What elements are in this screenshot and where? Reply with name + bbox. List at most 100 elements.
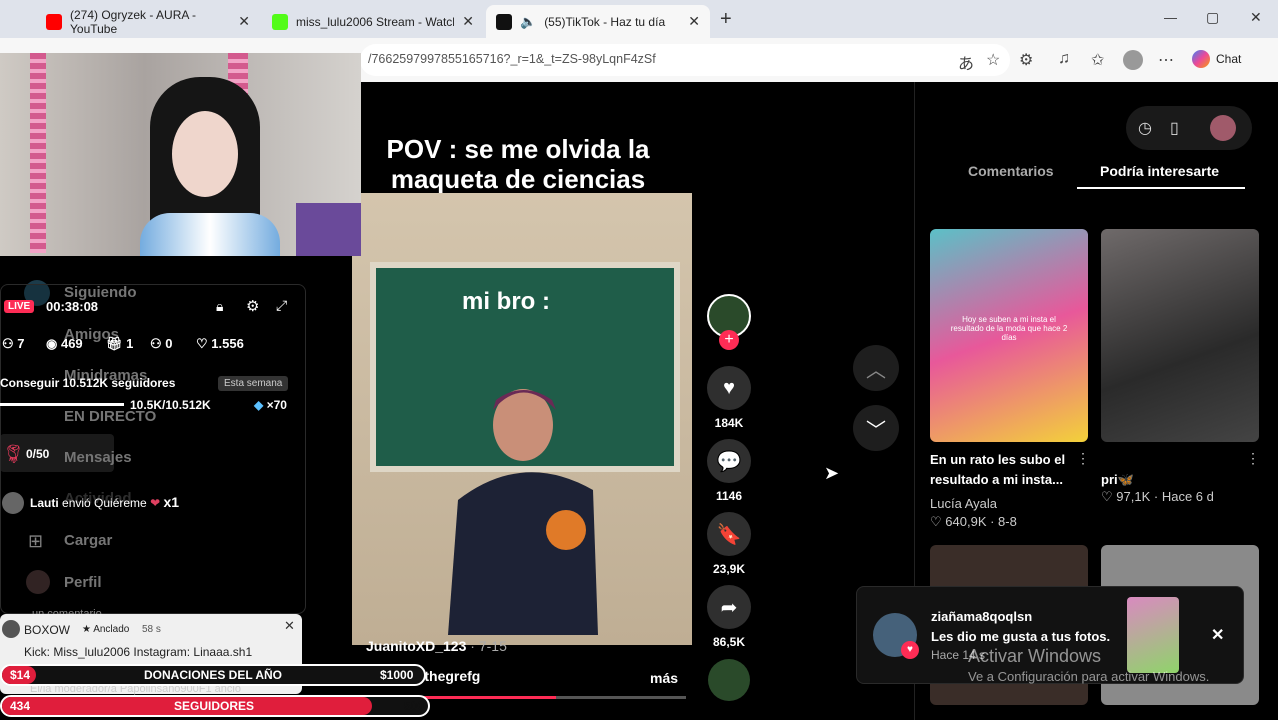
- music-disc-icon[interactable]: [708, 659, 750, 701]
- streamer-shirt: [140, 213, 280, 256]
- more-link[interactable]: más: [650, 670, 678, 686]
- settings-gear-icon[interactable]: ⚙: [246, 297, 259, 315]
- minimize-button[interactable]: —: [1164, 10, 1177, 25]
- youtube-icon: [46, 13, 62, 30]
- notification-text: Les dio me gusta a tus fotos.: [931, 629, 1111, 644]
- chat-age: 58 s: [142, 624, 161, 635]
- recommendation-thumbnail-1[interactable]: Hoy se suben a mi insta el resultado de …: [930, 229, 1088, 442]
- tab-label: miss_lulu2006 Stream - Watch Live: [296, 14, 454, 29]
- windows-activation-title: Activar Windows: [968, 646, 1102, 666]
- viewers-value: 469: [60, 336, 83, 351]
- notification-close-icon[interactable]: ✕: [1211, 625, 1224, 645]
- extensions-icon[interactable]: ⚙: [1019, 50, 1033, 70]
- video-date: 7-15: [478, 638, 507, 654]
- date-value: 8-8: [998, 514, 1017, 529]
- recommendation-author-1[interactable]: Lucía Ayala: [930, 496, 997, 511]
- favorites-icon[interactable]: ✩: [1091, 50, 1104, 70]
- likes-value: 1.556: [211, 336, 244, 351]
- stat-likes: ♡ 1.556: [196, 336, 244, 351]
- tab-close-icon[interactable]: ✕: [238, 13, 250, 30]
- browser-tab-bar: (274) Ogryzek - AURA - YouTube ✕ miss_lu…: [0, 0, 1278, 38]
- popout-icon[interactable]: ⤢: [276, 297, 287, 314]
- live-badge: LIVE: [4, 300, 35, 313]
- stat-viewers: ◉ 469: [46, 336, 83, 351]
- like-count: 184K: [714, 416, 744, 430]
- gift-message: Lauti envió Quiéreme ❤ x1: [30, 494, 179, 510]
- close-window-button[interactable]: ✕: [1250, 9, 1262, 26]
- tab-tiktok[interactable]: 🔈 (55)TikTok - Haz tu día ✕: [486, 5, 710, 38]
- more-options-icon[interactable]: ⋮: [1076, 450, 1090, 467]
- heart-badge-icon: ♥: [901, 641, 919, 659]
- goal-text: Conseguir 10.512K seguidores: [0, 376, 176, 390]
- video-author[interactable]: JuanitoXD_123 · 7-15: [366, 638, 507, 654]
- reward-value: ×70: [266, 398, 287, 412]
- tab-youtube[interactable]: (274) Ogryzek - AURA - YouTube ✕: [36, 5, 260, 38]
- active-tab-underline: [1077, 187, 1245, 189]
- comment-icon[interactable]: 💬: [707, 439, 751, 483]
- tab-podria-interesarte[interactable]: Podría interesarte: [1100, 163, 1219, 179]
- goal-progress-text: 10.5K/10.512K: [130, 398, 211, 412]
- recommendation-thumbnail-2[interactable]: [1101, 229, 1259, 442]
- like-heart-icon[interactable]: ♥: [707, 366, 751, 410]
- goal-progress-bar: [0, 403, 124, 406]
- author-name: JuanitoXD_123: [366, 638, 467, 654]
- windows-activation-subtitle: Ve a Configuración para activar Windows.: [968, 669, 1210, 684]
- bookmark-icon[interactable]: 🔖: [707, 512, 751, 556]
- followers-count: 434: [10, 699, 31, 713]
- follow-plus-icon[interactable]: +: [719, 330, 739, 350]
- share-icon[interactable]: ➦: [707, 585, 751, 629]
- goal-period-badge: Esta semana: [218, 376, 289, 391]
- tab-close-icon[interactable]: ✕: [462, 13, 474, 30]
- more-menu-icon[interactable]: ⋯: [1158, 50, 1174, 70]
- stat-follows: ⚇ 0: [150, 336, 173, 351]
- mouse-cursor: ➤: [824, 463, 840, 483]
- kick-icon: [272, 13, 288, 30]
- thumbnail-overlay-text: Hoy se suben a mi insta el resultado de …: [950, 315, 1068, 342]
- recommendation-title-2[interactable]: pri🦋: [1101, 470, 1134, 490]
- heart-gift-icon: ❤: [150, 496, 161, 510]
- lock-icon[interactable]: 🔒︎: [216, 298, 223, 315]
- chat-close-icon[interactable]: ✕: [284, 618, 295, 634]
- timer-icon[interactable]: ◷: [1138, 118, 1152, 138]
- profile-avatar-icon[interactable]: [1123, 50, 1143, 70]
- next-video-chevron-down-icon[interactable]: ﹀: [853, 405, 899, 451]
- recommendation-title-1[interactable]: En un rato les subo el resultado a mi in…: [930, 450, 1075, 490]
- previous-video-chevron-up-icon[interactable]: ︿: [853, 345, 899, 391]
- media-icon[interactable]: ♫: [1058, 50, 1070, 68]
- followers-bar: 434 SEGUIDORES 500: [0, 695, 430, 717]
- new-tab-button[interactable]: +: [720, 8, 732, 31]
- stat-gifts: 🎁︎ 1: [106, 336, 134, 351]
- gifter-avatar: [2, 492, 24, 514]
- tab-comentarios[interactable]: Comentarios: [968, 163, 1054, 179]
- copilot-icon: [1192, 50, 1210, 68]
- follows-value: 0: [165, 336, 173, 351]
- person-in-video: [448, 389, 598, 635]
- speaker-icon[interactable]: 🔈: [520, 14, 536, 30]
- tab-kick[interactable]: miss_lulu2006 Stream - Watch Live ✕: [262, 5, 484, 38]
- pinned-badge: ★ Anclado: [82, 624, 130, 635]
- favorite-star-icon[interactable]: ☆: [986, 50, 1000, 70]
- tiktok-icon: [496, 13, 512, 30]
- tinsel-decoration: [30, 53, 46, 253]
- maximize-button[interactable]: ▢: [1206, 9, 1219, 26]
- translate-icon[interactable]: あ: [958, 50, 974, 74]
- stat-users: ⚇ 7: [2, 336, 25, 351]
- gift-count: x1: [163, 494, 180, 510]
- date-value: Hace 6 d: [1161, 489, 1214, 504]
- donations-label: DONACIONES DEL AÑO: [144, 668, 283, 682]
- chat-label: Chat: [1216, 52, 1242, 66]
- user-avatar[interactable]: [1210, 115, 1236, 141]
- chat-message: Kick: Miss_lulu2006 Instagram: Linaaa.sh…: [24, 645, 253, 659]
- mobile-icon[interactable]: ▯: [1170, 118, 1179, 138]
- notification-thumbnail: [1127, 597, 1179, 673]
- pinned-badge-text: Anclado: [93, 624, 130, 635]
- tab-label: (55)TikTok - Haz tu día: [544, 14, 666, 29]
- video-overlay-text: mi bro :: [462, 288, 550, 315]
- chair: [296, 203, 361, 256]
- copilot-chat-button[interactable]: Chat: [1192, 50, 1241, 68]
- url-text[interactable]: /7662597997855165716?_r=1&_t=ZS-98yLqnF4…: [368, 52, 656, 66]
- tab-close-icon[interactable]: ✕: [688, 13, 700, 30]
- recommendation-stats-1: ♡ 640,9K · 8-8: [930, 514, 1017, 529]
- more-options-icon[interactable]: ⋮: [1246, 450, 1260, 467]
- likes-value: 97,1K: [1116, 489, 1151, 504]
